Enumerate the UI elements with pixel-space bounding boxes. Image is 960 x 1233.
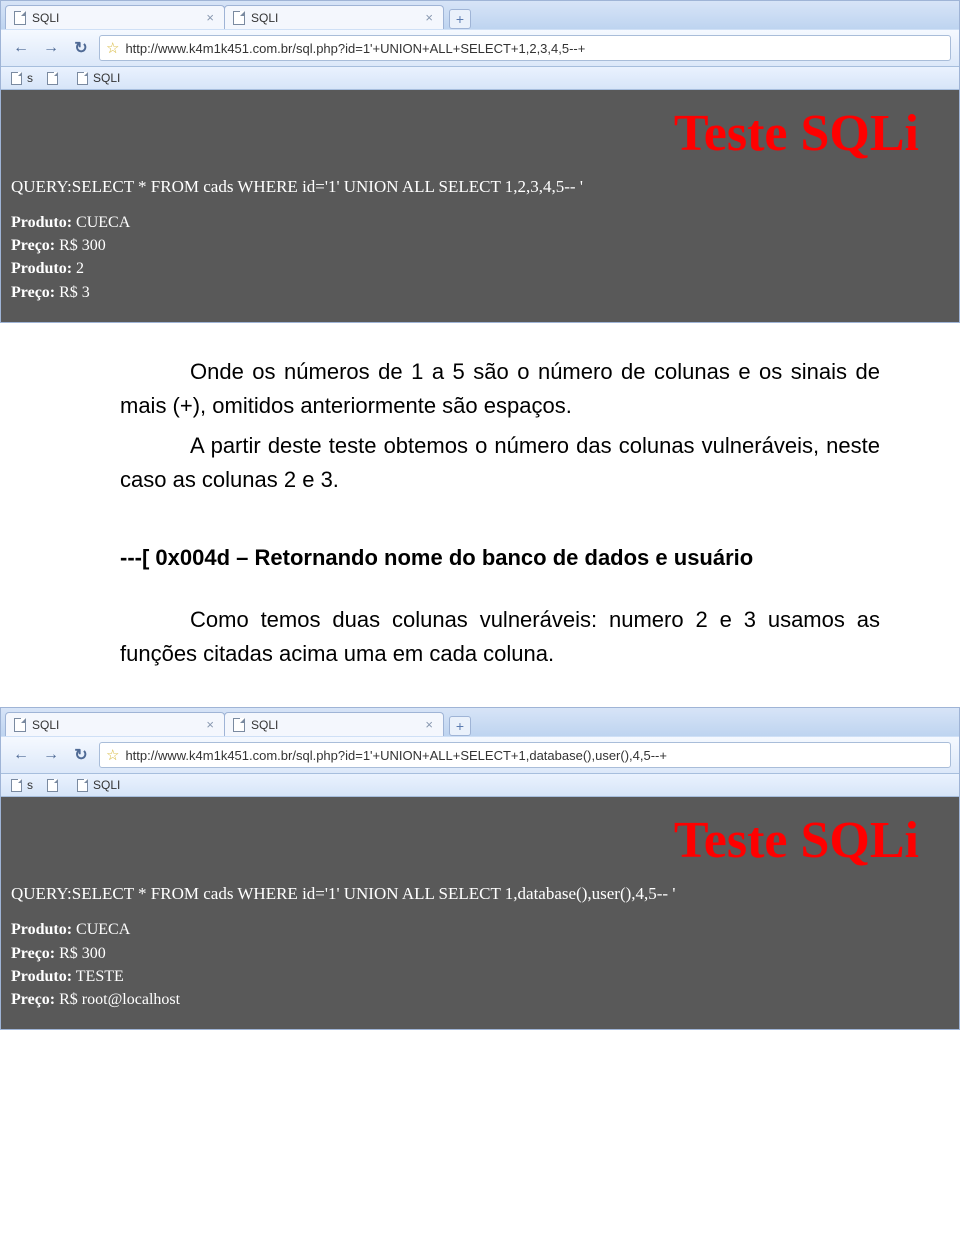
browser-tab[interactable]: SQLI × xyxy=(224,712,444,736)
url-text: http://www.k4m1k451.com.br/sql.php?id=1'… xyxy=(125,748,667,763)
bookmark-label: s xyxy=(27,778,33,792)
bookmark-item[interactable]: SQLI xyxy=(77,778,120,792)
back-button[interactable]: ← xyxy=(9,743,33,767)
back-button[interactable]: ← xyxy=(9,36,33,60)
result-value: R$ 300 xyxy=(59,237,106,254)
reload-button[interactable]: ↻ xyxy=(69,36,93,60)
result-value: CUECA xyxy=(76,921,130,938)
page-title: Teste SQLi xyxy=(11,98,949,173)
result-key: Preço: xyxy=(11,945,55,962)
browser-window-1: SQLI × SQLI × + ← → ↻ ☆ http://www.k4m1k… xyxy=(0,0,960,323)
file-icon xyxy=(11,779,22,792)
paragraph: A partir deste teste obtemos o número da… xyxy=(120,429,880,497)
tab-strip: SQLI × SQLI × + xyxy=(1,708,959,736)
bookmark-item[interactable]: SQLI xyxy=(77,71,120,85)
forward-button[interactable]: → xyxy=(39,36,63,60)
file-icon xyxy=(233,11,245,25)
result-row: Preço: R$ 300 xyxy=(11,942,949,965)
query-line: QUERY:SELECT * FROM cads WHERE id='1' UN… xyxy=(11,177,949,197)
query-line: QUERY:SELECT * FROM cads WHERE id='1' UN… xyxy=(11,884,949,904)
tab-label: SQLI xyxy=(32,11,59,25)
result-row: Produto: 2 xyxy=(11,257,949,280)
result-row: Produto: CUECA xyxy=(11,211,949,234)
result-key: Produto: xyxy=(11,968,72,985)
file-icon xyxy=(47,779,58,792)
close-icon[interactable]: × xyxy=(206,11,214,24)
file-icon xyxy=(77,779,88,792)
result-key: Preço: xyxy=(11,284,55,301)
paragraph: Como temos duas colunas vulneráveis: num… xyxy=(120,603,880,671)
result-row: Preço: R$ 300 xyxy=(11,234,949,257)
bookmark-item[interactable] xyxy=(47,779,63,792)
toolbar: ← → ↻ ☆ http://www.k4m1k451.com.br/sql.p… xyxy=(1,29,959,67)
page-content: Teste SQLi QUERY:SELECT * FROM cads WHER… xyxy=(1,797,959,1029)
star-icon[interactable]: ☆ xyxy=(106,39,119,57)
browser-tab[interactable]: SQLI × xyxy=(5,712,225,736)
page-content: Teste SQLi QUERY:SELECT * FROM cads WHER… xyxy=(1,90,959,322)
browser-tab[interactable]: SQLI × xyxy=(5,5,225,29)
bookmarks-bar: s SQLI xyxy=(1,67,959,90)
close-icon[interactable]: × xyxy=(425,718,433,731)
bookmark-item[interactable] xyxy=(47,72,63,85)
result-value: R$ root@localhost xyxy=(59,991,180,1008)
tab-label: SQLI xyxy=(251,11,278,25)
browser-tab[interactable]: SQLI × xyxy=(224,5,444,29)
result-row: Produto: TESTE xyxy=(11,965,949,988)
result-key: Produto: xyxy=(11,921,72,938)
file-icon xyxy=(77,72,88,85)
page-title: Teste SQLi xyxy=(11,805,949,880)
reload-button[interactable]: ↻ xyxy=(69,743,93,767)
browser-window-2: SQLI × SQLI × + ← → ↻ ☆ http://www.k4m1k… xyxy=(0,707,960,1030)
result-key: Produto: xyxy=(11,214,72,231)
result-row: Produto: CUECA xyxy=(11,918,949,941)
result-value: R$ 3 xyxy=(59,284,90,301)
tab-strip: SQLI × SQLI × + xyxy=(1,1,959,29)
result-key: Preço: xyxy=(11,237,55,254)
file-icon xyxy=(14,718,26,732)
bookmark-label: SQLI xyxy=(93,778,120,792)
close-icon[interactable]: × xyxy=(206,718,214,731)
query-label: QUERY: xyxy=(11,884,72,903)
new-tab-button[interactable]: + xyxy=(449,9,471,29)
new-tab-button[interactable]: + xyxy=(449,716,471,736)
query-label: QUERY: xyxy=(11,177,72,196)
result-key: Preço: xyxy=(11,991,55,1008)
query-value: SELECT * FROM cads WHERE id='1' UNION AL… xyxy=(72,884,676,903)
toolbar: ← → ↻ ☆ http://www.k4m1k451.com.br/sql.p… xyxy=(1,736,959,774)
result-value: 2 xyxy=(76,260,84,277)
tab-label: SQLI xyxy=(251,718,278,732)
bookmark-item[interactable]: s xyxy=(11,778,33,792)
result-key: Produto: xyxy=(11,260,72,277)
file-icon xyxy=(11,72,22,85)
result-row: Preço: R$ root@localhost xyxy=(11,988,949,1011)
address-bar[interactable]: ☆ http://www.k4m1k451.com.br/sql.php?id=… xyxy=(99,742,951,768)
address-bar[interactable]: ☆ http://www.k4m1k451.com.br/sql.php?id=… xyxy=(99,35,951,61)
forward-button[interactable]: → xyxy=(39,743,63,767)
bookmark-label: SQLI xyxy=(93,71,120,85)
bookmark-item[interactable]: s xyxy=(11,71,33,85)
close-icon[interactable]: × xyxy=(425,11,433,24)
file-icon xyxy=(47,72,58,85)
bookmarks-bar: s SQLI xyxy=(1,774,959,797)
result-row: Preço: R$ 3 xyxy=(11,281,949,304)
result-value: TESTE xyxy=(76,968,124,985)
result-value: CUECA xyxy=(76,214,130,231)
document-text: Onde os números de 1 a 5 são o número de… xyxy=(0,323,960,708)
star-icon[interactable]: ☆ xyxy=(106,746,119,764)
bookmark-label: s xyxy=(27,71,33,85)
file-icon xyxy=(233,718,245,732)
paragraph: Onde os números de 1 a 5 são o número de… xyxy=(120,355,880,423)
query-value: SELECT * FROM cads WHERE id='1' UNION AL… xyxy=(72,177,583,196)
result-value: R$ 300 xyxy=(59,945,106,962)
file-icon xyxy=(14,11,26,25)
tab-label: SQLI xyxy=(32,718,59,732)
section-heading: ---[ 0x004d – Retornando nome do banco d… xyxy=(120,541,880,575)
url-text: http://www.k4m1k451.com.br/sql.php?id=1'… xyxy=(125,41,585,56)
